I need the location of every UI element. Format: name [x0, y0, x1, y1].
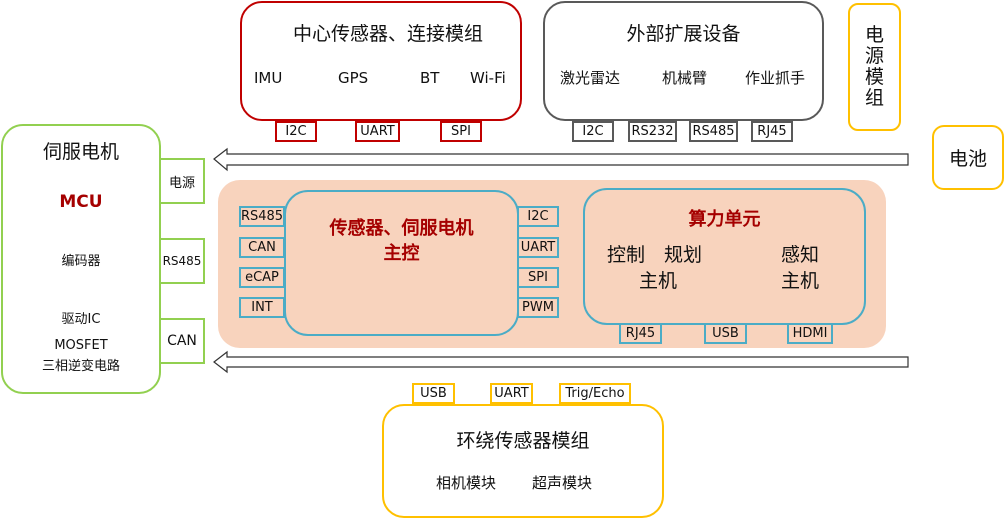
sensor-item-bt: BT	[420, 69, 440, 87]
controller-port-ecap: eCAP	[239, 267, 285, 288]
servo-motor-module: 伺服电机 MCU 编码器 驱动IC MOSFET 三相逆变电路	[1, 124, 161, 394]
main-controller-title-line2: 主控	[383, 243, 420, 264]
sensor-item-gps: GPS	[338, 69, 369, 87]
surround-sensor-module: 环绕传感器模组 相机模块 超声模块	[382, 404, 664, 518]
sensor-hub-port-i2c: I2C	[275, 121, 317, 142]
env-port-trig-echo: Trig/Echo	[559, 383, 631, 404]
servo-port-can: CAN	[159, 318, 205, 364]
sensor-hub-module: 中心传感器、连接模组 IMU GPS BT Wi-Fi	[240, 1, 522, 121]
env-port-usb: USB	[412, 383, 455, 404]
controller-port-pwm: PWM	[517, 297, 559, 318]
power-bus-arrow	[213, 147, 909, 172]
control-planning-host-line2: 主机	[639, 270, 678, 292]
external-port-rj45: RJ45	[751, 121, 793, 142]
device-item-lidar: 激光雷达	[560, 69, 621, 87]
servo-inverter-label: 三相逆变电路	[41, 359, 120, 374]
compute-port-rj45: RJ45	[619, 323, 662, 344]
external-port-rs232: RS232	[628, 121, 677, 142]
device-item-gripper: 作业抓手	[745, 69, 806, 87]
device-item-robot-arm: 机械臂	[662, 69, 708, 87]
surround-sensor-title: 环绕传感器模组	[456, 430, 590, 452]
env-item-ultrasonic: 超声模块	[532, 474, 593, 492]
battery: 电池	[932, 125, 1004, 190]
perception-host-line2: 主机	[781, 270, 820, 292]
external-devices-module: 外部扩展设备 激光雷达 机械臂 作业抓手	[543, 1, 824, 121]
servo-port-rs485: RS485	[159, 238, 205, 284]
controller-port-rs485: RS485	[239, 206, 285, 227]
external-devices-title: 外部扩展设备	[626, 23, 741, 45]
servo-mosfet-label: MOSFET	[54, 338, 108, 353]
env-port-uart: UART	[490, 383, 533, 404]
main-controller-title-line1: 传感器、伺服电机	[329, 218, 474, 239]
external-port-rs485: RS485	[689, 121, 738, 142]
compute-unit: 算力单元 控制 规划 主机 感知 主机	[583, 188, 866, 325]
battery-title: 电池	[948, 148, 987, 170]
power-module: 电源模组	[848, 3, 901, 131]
main-controller: 传感器、伺服电机 主控	[284, 190, 519, 336]
controller-port-spi: SPI	[517, 267, 559, 288]
compute-unit-title: 算力单元	[688, 209, 761, 230]
compute-port-hdmi: HDMI	[787, 323, 833, 344]
controller-port-uart: UART	[517, 237, 559, 258]
compute-port-usb: USB	[704, 323, 747, 344]
controller-port-int: INT	[239, 297, 285, 318]
sensor-hub-port-uart: UART	[355, 121, 400, 142]
servo-motor-title: 伺服电机	[42, 141, 119, 163]
servo-encoder-label: 编码器	[61, 254, 101, 269]
perception-host-line1: 感知	[781, 244, 820, 266]
power-module-title: 电源模组	[864, 24, 884, 109]
sensor-item-imu: IMU	[254, 69, 283, 87]
control-planning-host-line1: 控制 规划	[607, 244, 703, 266]
controller-port-i2c: I2C	[517, 206, 559, 227]
external-port-i2c: I2C	[572, 121, 614, 142]
servo-driver-ic-label: 驱动IC	[61, 312, 101, 327]
sensor-item-wifi: Wi-Fi	[470, 69, 506, 87]
servo-mcu-label: MCU	[59, 192, 103, 212]
sensor-hub-port-spi: SPI	[440, 121, 482, 142]
sensor-hub-title: 中心传感器、连接模组	[292, 23, 483, 45]
env-item-camera: 相机模块	[436, 474, 497, 492]
controller-port-can: CAN	[239, 237, 285, 258]
lower-bus-arrow	[213, 350, 909, 374]
servo-port-power: 电源	[159, 158, 205, 204]
